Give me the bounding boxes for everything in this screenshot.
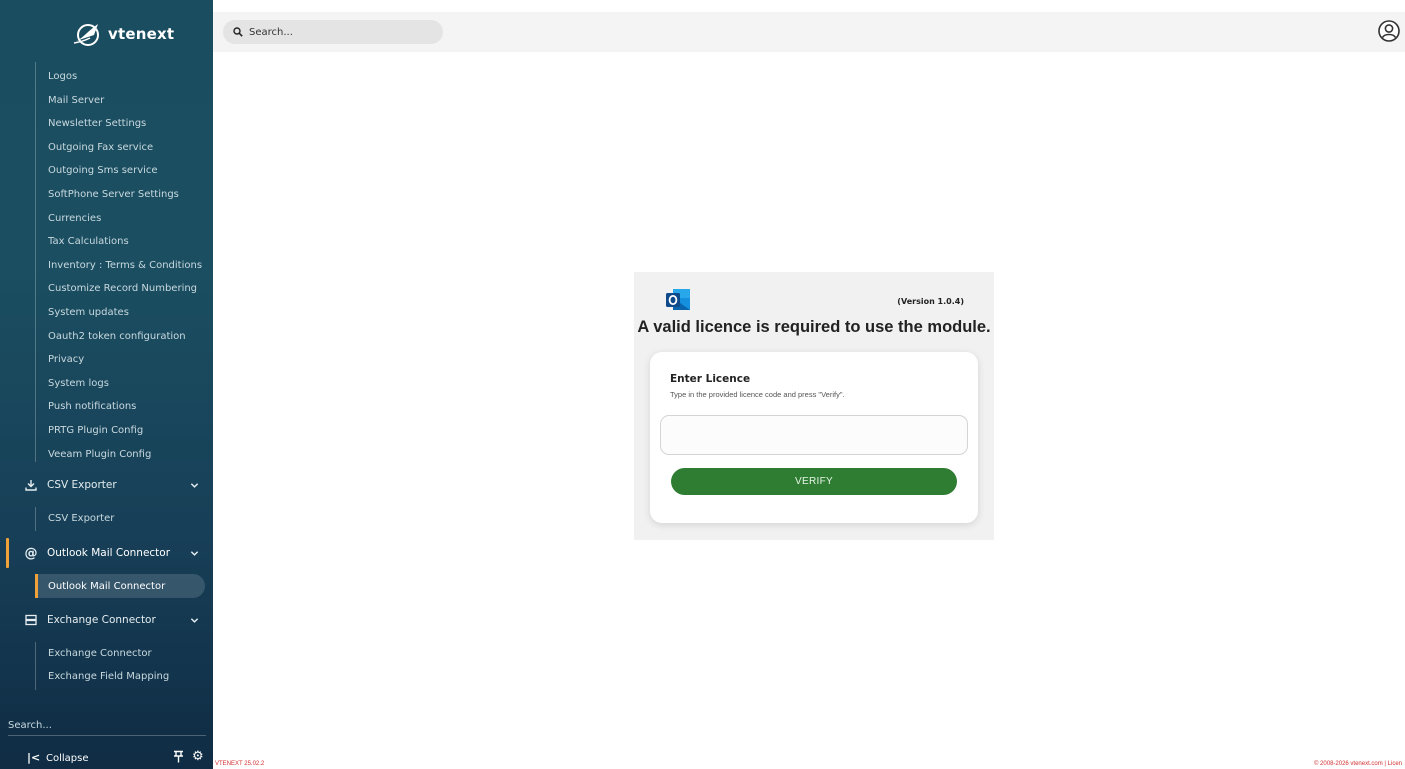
- tree-line-csv: [35, 507, 36, 531]
- sidebar-item-logos[interactable]: Logos: [48, 71, 77, 83]
- collapse-icon[interactable]: |<: [27, 751, 40, 764]
- sidebar-item-csv-exporter[interactable]: CSV Exporter: [48, 513, 114, 525]
- download-icon: [25, 479, 37, 491]
- group-outlook-label: Outlook Mail Connector: [47, 547, 171, 559]
- global-search-input[interactable]: Search...: [223, 20, 443, 44]
- group-csv-exporter-label: CSV Exporter: [47, 479, 117, 491]
- top-bar: Search...: [213, 12, 1405, 52]
- tree-line-settings: [35, 62, 36, 462]
- sidebar-item-softphone-server-settings[interactable]: SoftPhone Server Settings: [48, 189, 179, 201]
- sidebar-item-newsletter-settings[interactable]: Newsletter Settings: [48, 118, 146, 130]
- pin-icon[interactable]: [173, 750, 184, 766]
- sidebar-item-exchange-field-mapping[interactable]: Exchange Field Mapping: [48, 671, 169, 683]
- enter-licence-title: Enter Licence: [670, 373, 751, 385]
- sidebar-item-veeam-plugin-config[interactable]: Veeam Plugin Config: [48, 449, 151, 461]
- sidebar-item-currencies[interactable]: Currencies: [48, 213, 101, 225]
- group-exchange-label: Exchange Connector: [47, 614, 156, 626]
- sidebar-item-outlook-mail-connector[interactable]: Outlook Mail Connector: [35, 574, 205, 598]
- module-version: (Version 1.0.4): [897, 297, 964, 306]
- group-exchange-connector[interactable]: Exchange Connector: [0, 607, 213, 633]
- at-icon: @: [24, 545, 38, 561]
- licence-required-heading: A valid licence is required to use the m…: [637, 318, 991, 336]
- outlook-icon: [666, 289, 690, 310]
- sidebar-item-outgoing-sms-service[interactable]: Outgoing Sms service: [48, 165, 158, 177]
- enter-licence-subtitle: Type in the provided licence code and pr…: [670, 390, 845, 399]
- licence-code-input[interactable]: [660, 415, 968, 455]
- chevron-down-icon: [190, 550, 199, 556]
- sidebar-search-input[interactable]: Search...: [8, 720, 52, 731]
- chevron-down-icon: [190, 617, 199, 623]
- server-icon: [25, 614, 37, 626]
- footer-version: VTENEXT 25.02.2: [215, 761, 265, 767]
- verify-button[interactable]: VERIFY: [671, 468, 957, 495]
- tree-line-exchange: [35, 642, 36, 690]
- sidebar-item-system-updates[interactable]: System updates: [48, 307, 129, 319]
- footer-copyright-link[interactable]: © 2008-2026 vtenext.com | Licen: [1314, 761, 1402, 767]
- chevron-down-icon: [190, 482, 199, 488]
- collapse-label[interactable]: Collapse: [46, 753, 89, 764]
- group-outlook-mail-connector[interactable]: @ Outlook Mail Connector: [0, 540, 213, 566]
- sidebar-item-system-logs[interactable]: System logs: [48, 378, 109, 390]
- sidebar-item-oauth2-token-configuration[interactable]: Oauth2 token configuration: [48, 331, 186, 343]
- sidebar-search-underline: [8, 735, 206, 736]
- group-csv-exporter[interactable]: CSV Exporter: [0, 472, 213, 498]
- sidebar-item-privacy[interactable]: Privacy: [48, 354, 84, 366]
- app-root: vtenext Logos Mail Server Newsletter Setti…: [0, 0, 1405, 769]
- search-icon: [233, 27, 243, 37]
- app-logo[interactable]: vtenext: [72, 20, 174, 48]
- sidebar-item-tax-calculations[interactable]: Tax Calculations: [48, 236, 129, 248]
- licence-card: Enter Licence Type in the provided licen…: [650, 352, 978, 523]
- licence-panel: (Version 1.0.4) A valid licence is requi…: [634, 272, 994, 540]
- sidebar-item-exchange-connector[interactable]: Exchange Connector: [48, 648, 152, 660]
- sidebar-item-inventory-terms-conditions[interactable]: Inventory : Terms & Conditions: [48, 260, 202, 272]
- global-search-placeholder: Search...: [249, 26, 293, 38]
- user-avatar-icon[interactable]: [1378, 20, 1400, 42]
- collapse-row: |< Collapse ⚙: [0, 749, 213, 769]
- gear-icon[interactable]: ⚙: [192, 749, 204, 764]
- app-name: vtenext: [108, 25, 175, 43]
- sidebar-item-prtg-plugin-config[interactable]: PRTG Plugin Config: [48, 425, 143, 437]
- sidebar-item-customize-record-numbering[interactable]: Customize Record Numbering: [48, 283, 197, 295]
- sidebar: vtenext Logos Mail Server Newsletter Setti…: [0, 0, 213, 769]
- sidebar-item-outgoing-fax-service[interactable]: Outgoing Fax service: [48, 142, 153, 154]
- sidebar-item-mail-server[interactable]: Mail Server: [48, 95, 104, 107]
- vtenext-logo-icon: [73, 24, 99, 46]
- sidebar-item-push-notifications[interactable]: Push notifications: [48, 401, 136, 413]
